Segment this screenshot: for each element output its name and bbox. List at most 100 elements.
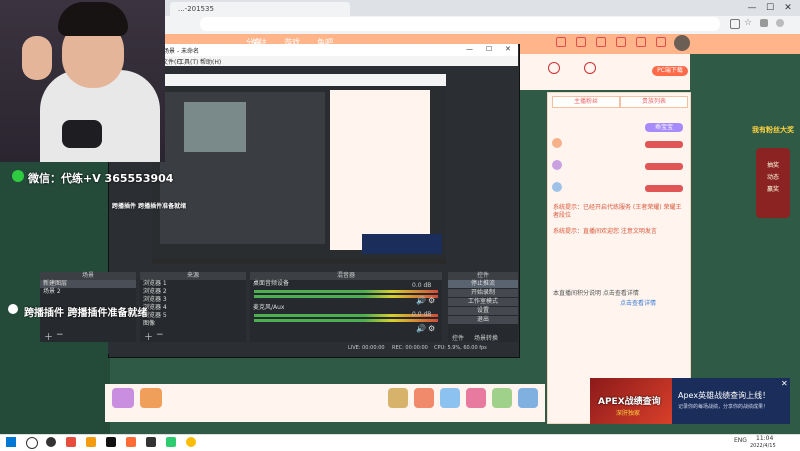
profile-icon[interactable] xyxy=(776,19,784,27)
extension-icon[interactable] xyxy=(760,19,768,27)
side-promo-title: 我有粉丝大奖 xyxy=(752,126,794,134)
chrome-icon[interactable] xyxy=(186,437,196,447)
rank-badge-2 xyxy=(645,163,683,170)
share-icon[interactable] xyxy=(730,19,740,29)
source-item[interactable]: 图像 xyxy=(140,320,246,328)
preview-plugin-label: 跨播插件 跨播插件准备就绪 xyxy=(112,203,187,210)
rank-avatar-2 xyxy=(552,160,562,170)
obs-minimize-button[interactable]: — xyxy=(466,45,473,53)
controller xyxy=(62,120,102,148)
preview-chat xyxy=(330,90,430,250)
gift-item-8[interactable] xyxy=(518,388,538,408)
source-item[interactable]: 浏览器 3 xyxy=(140,296,246,304)
side-promo[interactable] xyxy=(756,148,790,218)
speaker-icon[interactable]: 🔊 xyxy=(416,324,426,333)
rank-avatar-1 xyxy=(552,138,562,148)
tool-icon-2[interactable] xyxy=(584,62,596,74)
lang-indicator[interactable]: ENG xyxy=(734,437,747,444)
status-live: LIVE: 00:00:00 xyxy=(348,345,385,351)
user-avatar[interactable] xyxy=(674,35,690,51)
gift-item-5[interactable] xyxy=(440,388,460,408)
clock-date[interactable]: 2022/4/15 xyxy=(750,443,776,449)
gift-item-4[interactable] xyxy=(414,388,434,408)
start-icon[interactable] xyxy=(6,437,16,447)
tab-controls[interactable]: 控件 xyxy=(452,333,464,342)
obs-title: 场景 - 未命名 xyxy=(163,48,199,55)
app-icon-3[interactable] xyxy=(86,437,96,447)
gift-item-3[interactable] xyxy=(388,388,408,408)
settings-button[interactable]: 设置 xyxy=(448,307,518,315)
speaker-icon[interactable]: 🔊 xyxy=(416,296,426,305)
studio-mode-button[interactable]: 工作室模式 xyxy=(448,298,518,306)
stop-streaming-button[interactable]: 停止推流 xyxy=(448,280,518,288)
start-recording-button[interactable]: 开始录制 xyxy=(448,289,518,297)
plugin-status-icon xyxy=(8,304,18,314)
gift-item-7[interactable] xyxy=(492,388,512,408)
obs-menu-tools[interactable]: 工具(T) xyxy=(178,57,198,66)
rank-badge-3 xyxy=(645,185,683,192)
gear-icon[interactable]: ⚙ xyxy=(428,296,435,305)
mixer-meter xyxy=(254,314,438,317)
gift-item-2[interactable] xyxy=(140,388,162,408)
obs-menu-help[interactable]: 帮助(H) xyxy=(200,57,221,66)
preview-chrome xyxy=(152,74,446,86)
ad-subline: 记录你的每场战绩，分享你的战绩成果！ xyxy=(678,404,769,410)
scene-item[interactable]: 场景 2 xyxy=(40,288,136,296)
chat-message-1: 系统提示：已经开启代练服务 (王者荣耀) 荣耀王者段位 xyxy=(553,204,682,219)
header-icon-2[interactable] xyxy=(576,37,586,47)
gear-icon[interactable]: ⚙ xyxy=(428,324,435,333)
side-promo-line-3: 赢奖 xyxy=(766,186,779,193)
tab-nobles[interactable]: 贵族列表 xyxy=(620,96,688,108)
chat-message-3: 本直播间积分说明 点击查看详情 xyxy=(553,290,639,297)
app-icon-4[interactable] xyxy=(106,437,116,447)
source-item[interactable]: 浏览器 5 xyxy=(140,312,246,320)
header-icon-5[interactable] xyxy=(636,37,646,47)
chat-link[interactable]: 点击查看详情 xyxy=(620,300,656,308)
source-remove-icon[interactable]: − xyxy=(156,330,164,340)
scene-remove-icon[interactable]: − xyxy=(56,330,64,340)
preview-cam xyxy=(184,102,246,152)
mixer-meter xyxy=(254,295,438,298)
app-icon-2[interactable] xyxy=(66,437,76,447)
app-icon-5[interactable] xyxy=(126,437,136,447)
search-icon[interactable] xyxy=(26,437,38,449)
header-icon-3[interactable] xyxy=(596,37,606,47)
app-icon-7[interactable] xyxy=(166,437,176,447)
scene-add-icon[interactable]: ＋ xyxy=(44,330,53,343)
header-icon-1[interactable] xyxy=(556,37,566,47)
obs-close-button[interactable]: ✕ xyxy=(505,45,511,53)
app-icon-1[interactable] xyxy=(46,437,56,447)
pc-download-button[interactable]: PC端下载 xyxy=(652,66,688,76)
source-item[interactable]: 浏览器 1 xyxy=(140,280,246,288)
tab-fans[interactable]: 主播粉丝 xyxy=(552,96,620,108)
fan-badge[interactable]: 乖宝宝 xyxy=(645,123,683,132)
header-icon-6[interactable] xyxy=(656,37,666,47)
clock-time[interactable]: 11:04 xyxy=(756,435,773,442)
streamer-hair xyxy=(58,2,128,36)
mixer-db-1: 0.0 dB xyxy=(412,282,432,289)
gift-item-1[interactable] xyxy=(112,388,134,408)
minimize-button[interactable]: — xyxy=(745,2,759,14)
source-item[interactable]: 浏览器 2 xyxy=(140,288,246,296)
source-item[interactable]: 浏览器 4 xyxy=(140,304,246,312)
close-button[interactable]: ✕ xyxy=(781,2,795,14)
ad-close-icon[interactable]: ✕ xyxy=(781,379,788,388)
rank-avatar-3 xyxy=(552,182,562,192)
obs-maximize-button[interactable]: ☐ xyxy=(486,45,492,53)
plugin-status-label: 跨播插件 跨播插件准备就绪 xyxy=(24,308,148,319)
star-icon[interactable]: ☆ xyxy=(744,19,752,28)
tab-transitions[interactable]: 场景转换 xyxy=(474,333,498,342)
address-bar[interactable] xyxy=(200,17,720,31)
browser-tab[interactable]: ...-201535 xyxy=(170,2,350,16)
maximize-button[interactable]: ☐ xyxy=(763,2,777,14)
gift-item-6[interactable] xyxy=(466,388,486,408)
scene-item[interactable]: 新建图层 xyxy=(40,280,136,288)
header-icon-4[interactable] xyxy=(616,37,626,47)
status-cpu: CPU: 5.9%, 60.00 fps xyxy=(434,345,487,351)
mixer-db-2: 0.0 dB xyxy=(412,311,432,318)
app-icon-6[interactable] xyxy=(146,437,156,447)
exit-button[interactable]: 退出 xyxy=(448,316,518,324)
mixer-meter xyxy=(254,319,438,322)
mixer-panel-title: 混音器 xyxy=(250,272,442,280)
tool-icon-1[interactable] xyxy=(548,62,560,74)
